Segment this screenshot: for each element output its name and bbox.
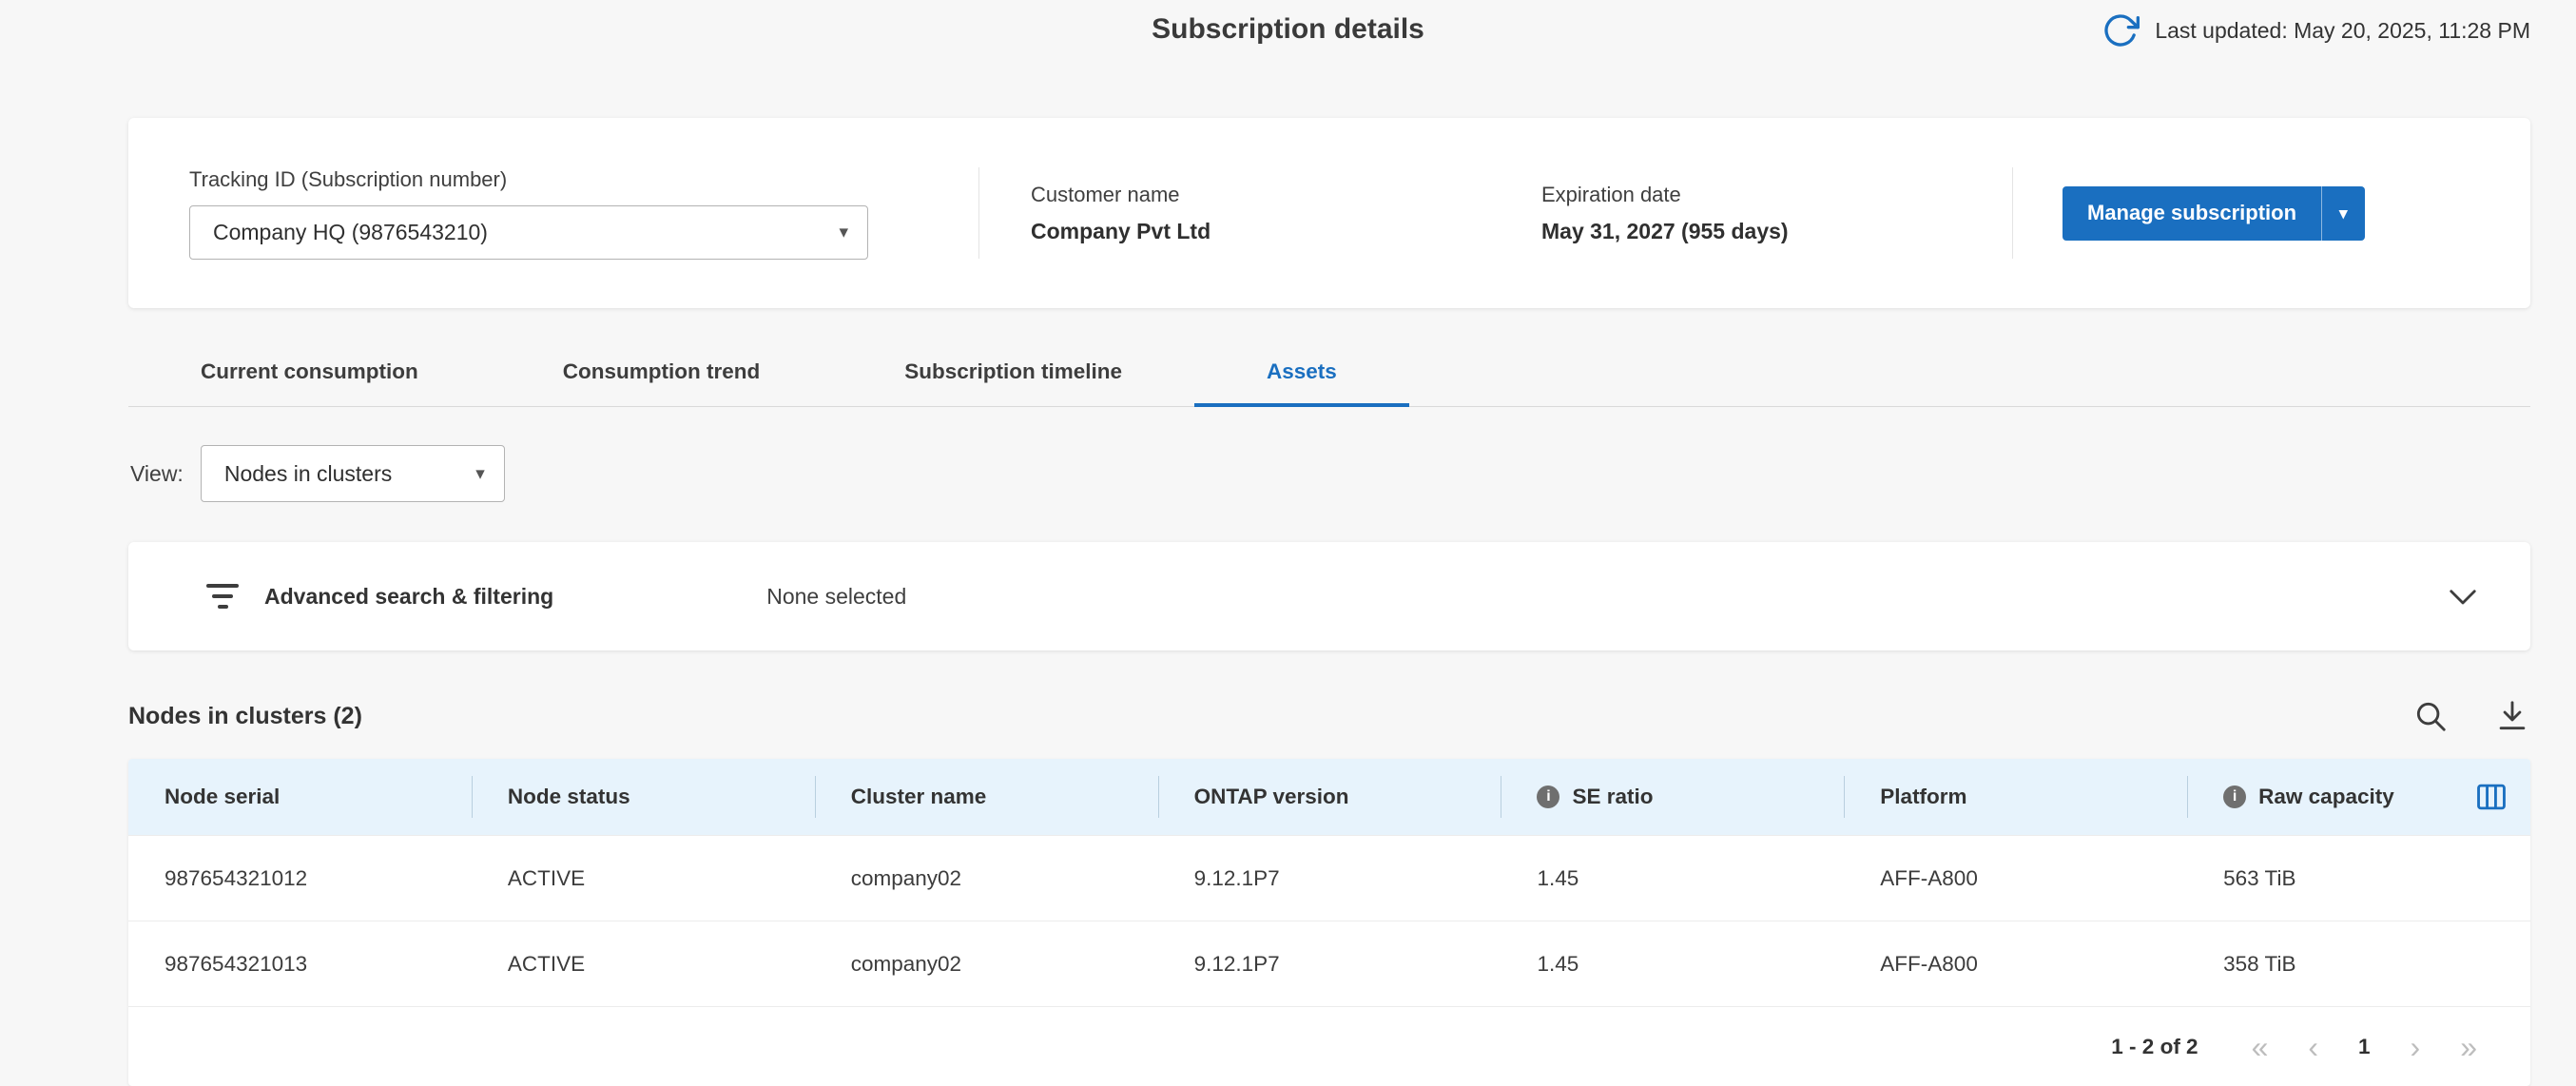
pagination-bar: 1 - 2 of 2 « ‹ 1 › » <box>128 1006 2530 1086</box>
column-header-ontap-version: ONTAP version <box>1158 759 1501 835</box>
table-actions <box>2412 698 2530 734</box>
column-header-node-status: Node status <box>472 759 815 835</box>
cell-node-status: ACTIVE <box>472 952 815 977</box>
cell-node-serial: 987654321013 <box>128 952 472 977</box>
view-select-value: Nodes in clusters <box>224 461 392 487</box>
tab-current-consumption[interactable]: Current consumption <box>128 346 491 407</box>
column-label: SE ratio <box>1572 785 1653 809</box>
view-selector-row: View: Nodes in clusters ▾ <box>130 445 2530 502</box>
tracking-id-block: Tracking ID (Subscription number) Compan… <box>189 167 978 260</box>
info-icon[interactable]: i <box>1537 785 1559 808</box>
column-header-raw-capacity: i Raw capacity <box>2187 759 2530 835</box>
tracking-id-value: Company HQ (9876543210) <box>213 220 488 245</box>
customer-name-block: Customer name Company Pvt Ltd <box>1031 183 1541 244</box>
manage-subscription-caret[interactable]: ▾ <box>2321 186 2365 241</box>
manage-subscription-label: Manage subscription <box>2063 201 2321 225</box>
chevron-down-icon[interactable] <box>2443 576 2483 616</box>
pagination-current-page[interactable]: 1 <box>2358 1035 2371 1059</box>
cell-platform: AFF-A800 <box>1844 952 2187 977</box>
table-heading-row: Nodes in clusters (2) <box>128 698 2530 734</box>
expiration-date-value: May 31, 2027 (955 days) <box>1541 219 2012 244</box>
cell-node-serial: 987654321012 <box>128 866 472 891</box>
vertical-divider <box>2012 167 2013 259</box>
pagination-prev-icon[interactable]: ‹ <box>2308 1032 2318 1062</box>
column-settings-icon[interactable] <box>2473 779 2509 815</box>
tab-consumption-trend[interactable]: Consumption trend <box>491 346 832 407</box>
column-label: Cluster name <box>851 785 987 809</box>
column-label: Platform <box>1880 785 1966 809</box>
cell-ontap-version: 9.12.1P7 <box>1158 952 1501 977</box>
advanced-search-panel[interactable]: Advanced search & filtering None selecte… <box>128 542 2530 650</box>
refresh-icon[interactable] <box>2101 11 2140 49</box>
column-header-se-ratio: i SE ratio <box>1501 759 1844 835</box>
table-row: 987654321012 ACTIVE company02 9.12.1P7 1… <box>128 835 2530 921</box>
manage-subscription-button[interactable]: Manage subscription ▾ <box>2063 186 2365 241</box>
cell-se-ratio: 1.45 <box>1501 866 1844 891</box>
expiration-date-block: Expiration date May 31, 2027 (955 days) <box>1541 183 2012 244</box>
caret-down-icon: ▾ <box>2339 205 2348 222</box>
pagination-range: 1 - 2 of 2 <box>2111 1035 2198 1059</box>
search-icon[interactable] <box>2412 698 2449 734</box>
cell-node-status: ACTIVE <box>472 866 815 891</box>
caret-down-icon: ▾ <box>475 465 485 483</box>
pagination-first-icon[interactable]: « <box>2252 1032 2269 1062</box>
cell-se-ratio: 1.45 <box>1501 952 1844 977</box>
column-header-cluster-name: Cluster name <box>815 759 1158 835</box>
last-updated-text: Last updated: May 20, 2025, 11:28 PM <box>2155 18 2530 44</box>
tab-assets[interactable]: Assets <box>1194 346 1409 407</box>
last-updated-group: Last updated: May 20, 2025, 11:28 PM <box>2101 11 2530 49</box>
column-header-node-serial: Node serial <box>128 759 472 835</box>
view-select[interactable]: Nodes in clusters ▾ <box>201 445 505 502</box>
page-header: Subscription details Last updated: May 2… <box>0 0 2576 61</box>
table-row: 987654321013 ACTIVE company02 9.12.1P7 1… <box>128 921 2530 1006</box>
column-label: Node status <box>508 785 630 809</box>
cell-cluster-name: company02 <box>815 952 1158 977</box>
page-title: Subscription details <box>1152 13 1424 46</box>
tracking-id-select[interactable]: Company HQ (9876543210) ▾ <box>189 205 868 260</box>
nodes-table: Node serial Node status Cluster name ONT… <box>128 759 2530 1086</box>
download-icon[interactable] <box>2494 698 2530 734</box>
tab-subscription-timeline[interactable]: Subscription timeline <box>832 346 1194 407</box>
tracking-id-label: Tracking ID (Subscription number) <box>189 167 978 192</box>
cell-ontap-version: 9.12.1P7 <box>1158 866 1501 891</box>
cell-platform: AFF-A800 <box>1844 866 2187 891</box>
cell-cluster-name: company02 <box>815 866 1158 891</box>
column-label: ONTAP version <box>1194 785 1349 809</box>
caret-down-icon: ▾ <box>839 223 848 242</box>
table-header-row: Node serial Node status Cluster name ONT… <box>128 759 2530 835</box>
tab-bar: Current consumption Consumption trend Su… <box>128 346 2530 407</box>
pagination-last-icon[interactable]: » <box>2460 1032 2477 1062</box>
column-label: Raw capacity <box>2258 785 2394 809</box>
pagination-next-icon[interactable]: › <box>2411 1032 2421 1062</box>
cell-raw-capacity: 563 TiB <box>2187 866 2530 891</box>
vertical-divider <box>978 167 979 259</box>
view-label: View: <box>130 461 184 487</box>
customer-name-label: Customer name <box>1031 183 1541 207</box>
table-title: Nodes in clusters (2) <box>128 703 2412 730</box>
cell-raw-capacity: 358 TiB <box>2187 952 2530 977</box>
filter-icon <box>205 584 240 609</box>
column-label: Node serial <box>165 785 280 809</box>
advanced-search-title: Advanced search & filtering <box>264 584 553 610</box>
customer-name-value: Company Pvt Ltd <box>1031 219 1541 244</box>
advanced-search-status: None selected <box>766 584 906 610</box>
column-header-platform: Platform <box>1844 759 2187 835</box>
expiration-date-label: Expiration date <box>1541 183 2012 207</box>
info-icon[interactable]: i <box>2223 785 2246 808</box>
subscription-summary-card: Tracking ID (Subscription number) Compan… <box>128 118 2530 308</box>
